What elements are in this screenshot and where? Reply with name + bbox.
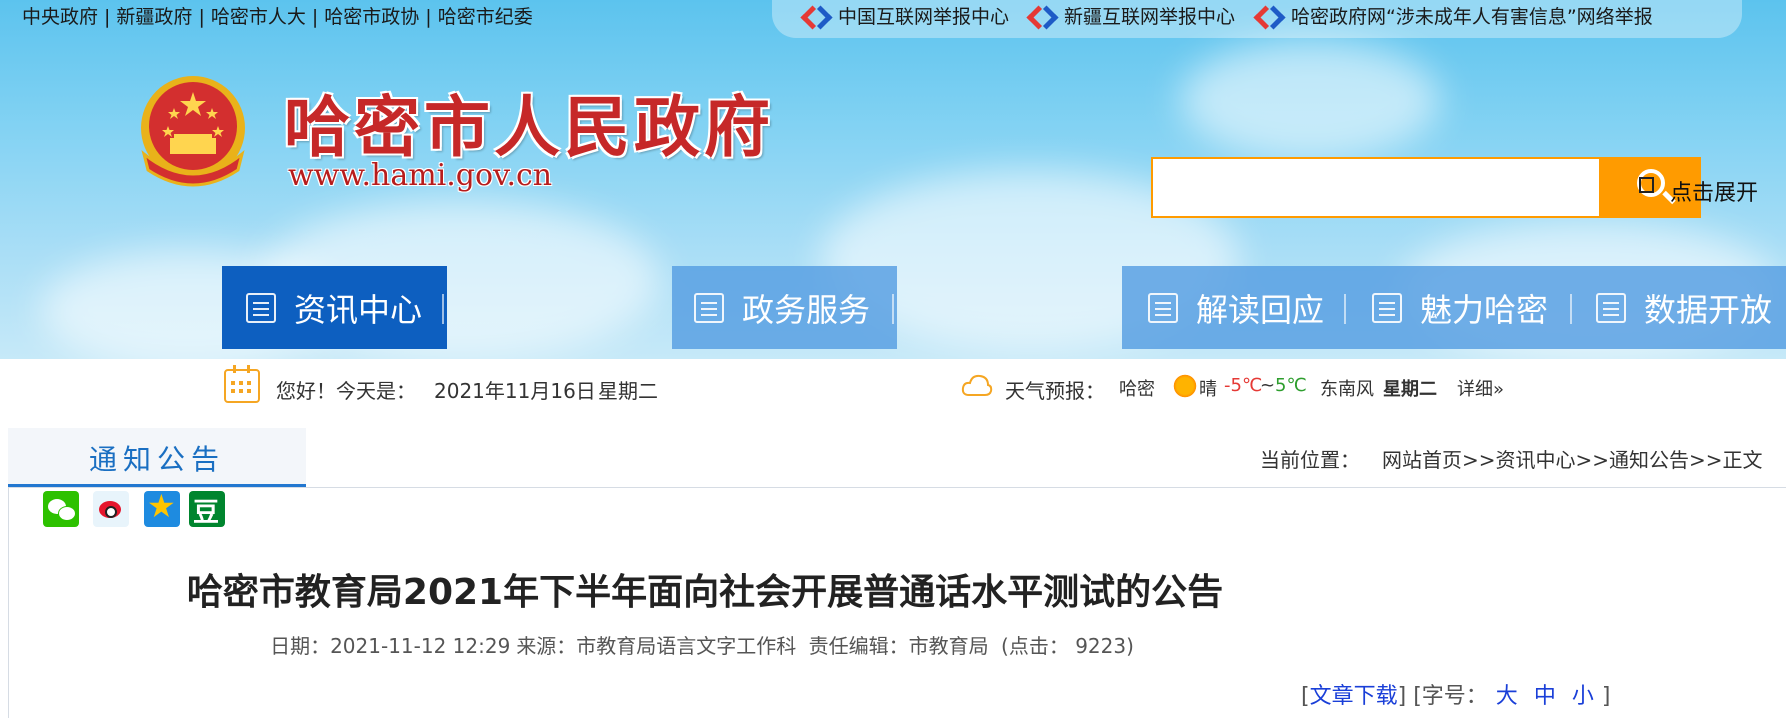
report-link-hami-minors[interactable]: 哈密政府网“涉未成年人有害信息”网络举报 (1257, 2, 1653, 29)
top-link-hami-cppcc[interactable]: 哈密市政协 (324, 6, 419, 28)
calendar-icon (224, 365, 260, 403)
bracket: ] (1601, 684, 1611, 709)
nav-divider (442, 294, 444, 324)
article-download-link[interactable]: 文章下载 (1310, 684, 1398, 709)
top-links-bar: 中央政府 | 新疆政府 | 哈密市人大 | 哈密市政协 | 哈密市纪委 (22, 2, 533, 29)
top-link-central-gov[interactable]: 中央政府 (22, 6, 98, 28)
news-icon (246, 292, 276, 323)
sun-icon (1172, 373, 1198, 399)
font-size-medium-button[interactable]: 中 (1534, 684, 1556, 709)
article-title: 哈密市教育局2021年下半年面向社会开展普通话水平测试的公告 (186, 572, 1224, 613)
document-icon (1148, 292, 1178, 323)
article-clicks: (点击： 9223) (1001, 634, 1134, 658)
search-box[interactable] (1151, 157, 1601, 218)
report-link-label: 哈密政府网“涉未成年人有害信息”网络举报 (1291, 6, 1653, 28)
site-url[interactable]: www.hami.gov.cn (288, 158, 552, 193)
search-input[interactable] (1153, 159, 1599, 216)
nav-divider (892, 294, 894, 324)
article-date: 日期：2021-11-12 12:29 (270, 634, 511, 658)
weather-condition: 晴 (1199, 379, 1217, 400)
douban-icon[interactable] (189, 491, 225, 529)
report-link-label: 新疆互联网举报中心 (1064, 6, 1236, 28)
font-size-large-button[interactable]: 大 (1496, 684, 1518, 709)
separator: | (104, 6, 111, 28)
national-emblem-icon[interactable] (134, 74, 252, 194)
separator: | (425, 6, 432, 28)
cloud-decoration (1180, 40, 1440, 160)
weather-label: 天气预报： (1005, 379, 1105, 403)
report-logo-icon (1257, 5, 1283, 27)
nav-item-label: 政务服务 (742, 290, 871, 329)
top-link-hami-congress[interactable]: 哈密市人大 (211, 6, 306, 28)
nav-block: 政务服务 (672, 266, 897, 349)
expand-toggle[interactable]: 点击展开 (1670, 175, 1758, 207)
breadcrumb-path[interactable]: 网站首页>>资讯中心>>通知公告>>正文 (1382, 448, 1763, 472)
date-weather-bar: 您好！今天是： 2021年11月16日 星期二 天气预报： 哈密 晴 -5℃ ~… (0, 359, 1786, 425)
top-link-xinjiang-gov[interactable]: 新疆政府 (116, 6, 192, 28)
nav-item-label: 魅力哈密 (1420, 290, 1549, 329)
nav-block-active: 资讯中心 (222, 266, 447, 349)
weather-day: 星期二 (1383, 379, 1437, 400)
breadcrumb: 当前位置： 网站首页>>资讯中心>>通知公告>>正文 (1260, 444, 1763, 473)
weather-temp-high: 5℃ (1275, 375, 1307, 396)
nav-divider (1570, 294, 1572, 324)
nav-item-interpretation[interactable]: 解读回应 (1148, 266, 1324, 349)
bracket: [ (1301, 684, 1310, 709)
weather-wind: 东南风 (1320, 379, 1374, 400)
report-link-label: 中国互联网举报中心 (838, 6, 1010, 28)
nav-item-charm-hami[interactable]: 魅力哈密 (1372, 266, 1548, 349)
article-editor: 责任编辑：市教育局 (808, 634, 989, 658)
font-size-small-button[interactable]: 小 (1572, 684, 1594, 709)
report-logo-icon (804, 5, 830, 27)
separator: | (198, 6, 205, 28)
article-source: 来源：市教育局语言文字工作科 (516, 634, 797, 658)
report-link-china[interactable]: 中国互联网举报中心 (804, 2, 1009, 29)
nav-item-label: 数据开放 (1644, 290, 1773, 329)
weather-cloud-icon (961, 374, 993, 396)
report-logo-icon (1030, 5, 1056, 27)
weather-detail-link[interactable]: 详细» (1457, 375, 1504, 401)
article-tools: [文章下载] [字号： 大中小] (1301, 678, 1610, 710)
breadcrumb-label: 当前位置： (1260, 448, 1360, 472)
article-meta: 日期：2021-11-12 12:29 来源：市教育局语言文字工作科 责任编辑：市… (0, 630, 1786, 659)
top-link-hami-discipline[interactable]: 哈密市纪委 (438, 6, 533, 28)
report-link-xinjiang[interactable]: 新疆互联网举报中心 (1030, 2, 1235, 29)
site-name[interactable]: 哈密市人民政府 (284, 74, 774, 170)
nav-item-news-center[interactable]: 资讯中心 (246, 266, 422, 349)
bracket: ] (1397, 684, 1407, 709)
qzone-icon[interactable] (144, 487, 180, 527)
nav-item-open-data[interactable]: 数据开放 (1596, 266, 1772, 349)
nav-item-label: 解读回应 (1196, 290, 1325, 329)
image-icon (1372, 292, 1402, 323)
weibo-icon[interactable] (93, 491, 129, 527)
greeting-text: 您好！今天是： (276, 379, 416, 403)
weather-city: 哈密 (1119, 379, 1155, 400)
edit-icon (694, 292, 724, 323)
wechat-icon[interactable] (43, 491, 79, 527)
weather-temp-separator: ~ (1260, 375, 1276, 396)
chart-icon (1596, 292, 1626, 323)
section-title: 通知公告 (88, 443, 225, 476)
expand-checkbox-icon[interactable] (1639, 177, 1654, 193)
today-date: 2021年11月16日 (434, 379, 596, 403)
weather-temp-low: -5℃ (1224, 375, 1263, 396)
section-tab[interactable]: 通知公告 (8, 428, 306, 487)
nav-divider (1344, 294, 1346, 324)
separator: | (311, 6, 319, 28)
font-size-label: [字号： (1413, 684, 1488, 709)
nav-item-gov-services[interactable]: 政务服务 (694, 266, 870, 349)
today-weekday: 星期二 (598, 379, 658, 403)
site-header: 中央政府 | 新疆政府 | 哈密市人大 | 哈密市政协 | 哈密市纪委 中国互联网举报中心 新疆… (0, 0, 1786, 359)
nav-block: 解读回应 魅力哈密 数据开放 (1122, 266, 1786, 349)
nav-item-label: 资讯中心 (294, 290, 423, 329)
